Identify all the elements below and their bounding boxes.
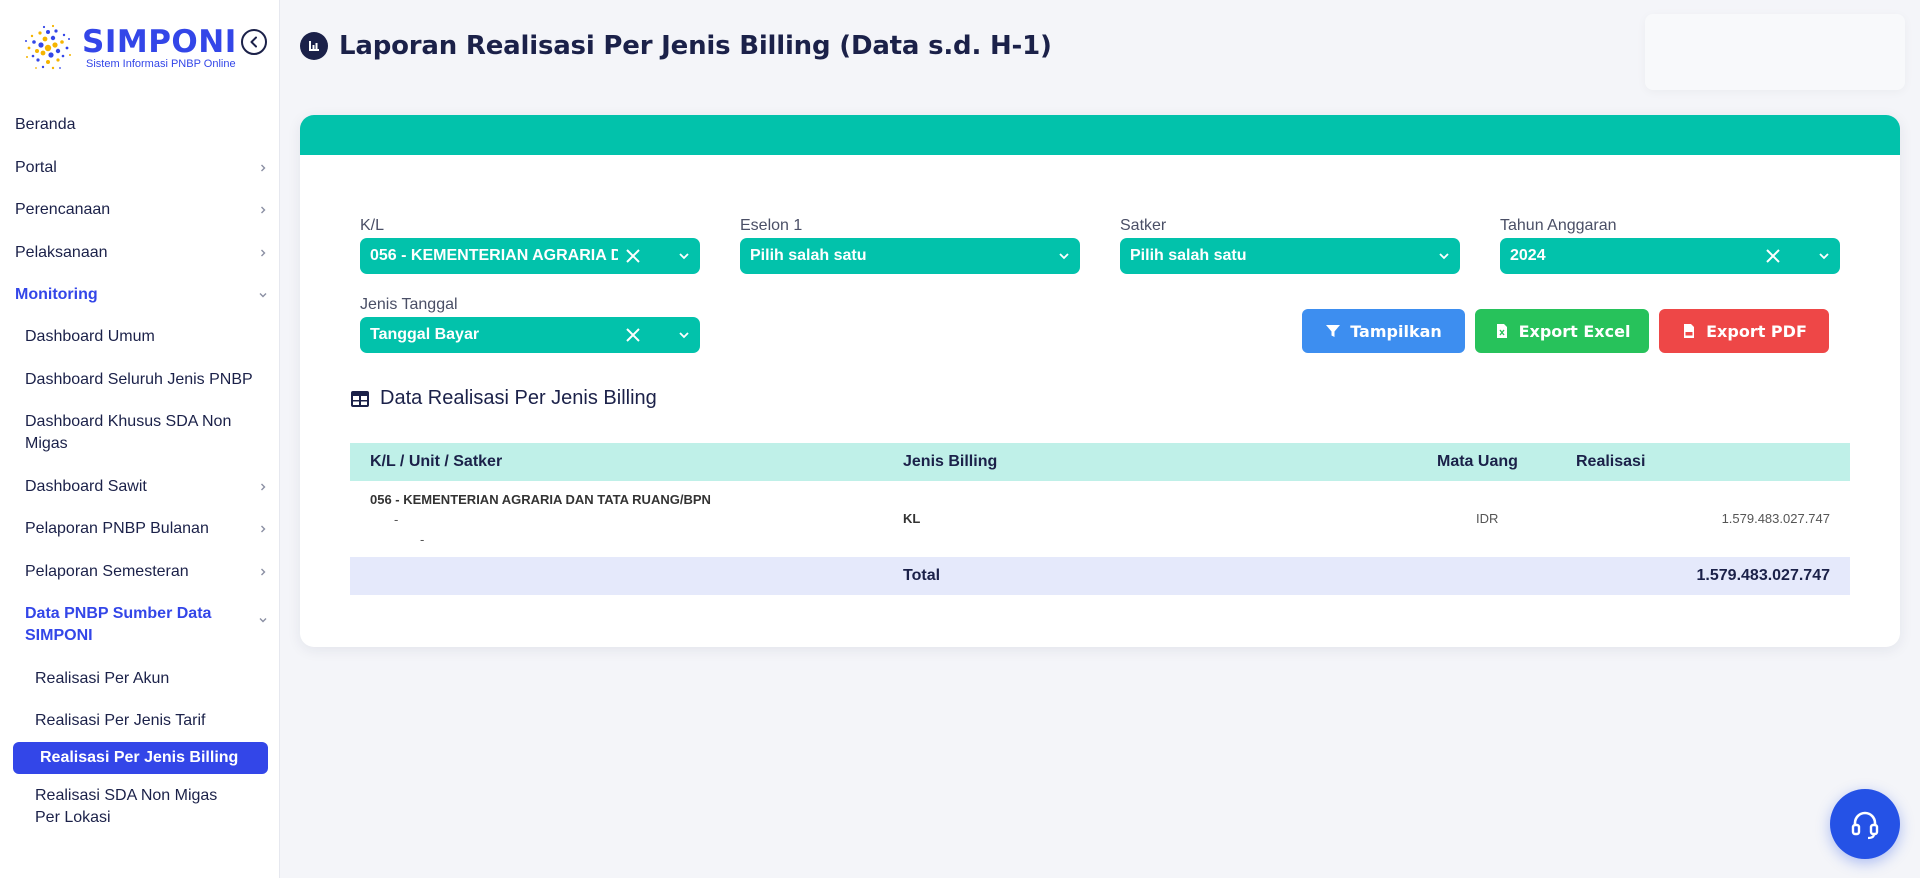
chevron-down-icon [259, 618, 267, 623]
brand-tagline: Sistem Informasi PNBP Online [86, 58, 236, 70]
tanggal-select-value: Tanggal Bayar [370, 326, 480, 343]
sidebar-item-label: Realisasi Per Akun [35, 670, 170, 687]
table-header-row: K/L / Unit / Satker Jenis Billing Mata U… [350, 443, 1850, 481]
eselon-select[interactable]: Pilih salah satu [740, 238, 1080, 274]
header-user-panel [1645, 14, 1905, 90]
eselon-select-value: Pilih salah satu [750, 247, 867, 264]
cell-satker: - [420, 532, 425, 547]
logo-icon [25, 24, 71, 70]
tampilkan-button[interactable]: Tampilkan [1302, 309, 1465, 353]
cell-unit: - [394, 512, 399, 527]
sidebar-item-label: Dashboard Sawit [25, 478, 147, 495]
col-header-currency: Mata Uang [1437, 453, 1518, 470]
chevron-right-icon [261, 568, 266, 576]
clear-icon[interactable] [1764, 247, 1782, 265]
cell-entity: 056 - KEMENTERIAN AGRARIA DAN TATA RUANG… [370, 492, 711, 507]
tampilkan-button-label: Tampilkan [1350, 321, 1442, 341]
sidebar-scroll-fade [0, 850, 279, 878]
page-header: Laporan Realisasi Per Jenis Billing (Dat… [300, 31, 1052, 61]
col-header-realisasi: Realisasi [1576, 453, 1646, 470]
chevron-left-icon [250, 36, 257, 48]
sidebar-item-label: Data PNBP Sumber Data SIMPONI [25, 605, 212, 644]
chevron-down-icon [259, 293, 267, 298]
chevron-down-icon [1819, 253, 1829, 260]
kl-select-value: 056 - KEMENTERIAN AGRARIA DAN TATA RUANG… [370, 247, 618, 264]
cell-jenis-billing: KL [903, 511, 921, 526]
cell-realisasi: 1.579.483.027.747 [1721, 511, 1830, 526]
satker-select[interactable]: Pilih salah satu [1120, 238, 1460, 274]
chevron-right-icon [261, 164, 266, 172]
chevron-right-icon [261, 483, 266, 491]
sidebar-item-label: Realisasi Per Jenis Tarif [35, 712, 206, 729]
total-value: 1.579.483.027.747 [1696, 567, 1830, 584]
export-pdf-button[interactable]: Export PDF [1659, 309, 1829, 353]
tanggal-label: Jenis Tanggal [360, 296, 458, 313]
file-pdf-icon [1684, 324, 1695, 338]
table-title: Data Realisasi Per Jenis Billing [380, 387, 657, 409]
clear-icon[interactable] [624, 326, 642, 344]
headset-icon [1851, 811, 1879, 840]
sidebar-collapse-button[interactable] [241, 29, 267, 55]
export-excel-button[interactable]: Export Excel [1475, 309, 1649, 353]
sidebar-item-label: Dashboard Seluruh Jenis PNBP [25, 371, 253, 388]
sidebar-item-label: Portal [15, 159, 57, 176]
table-icon [351, 390, 369, 407]
filter-icon [1326, 325, 1341, 337]
col-header-jenis-billing: Jenis Billing [903, 453, 998, 470]
sidebar-item-label: Dashboard Khusus SDA Non Migas [25, 413, 232, 452]
sidebar-item-label: Realisasi SDA Non Migas Per Lokasi [35, 787, 218, 826]
sidebar-item-label: Pelaksanaan [15, 244, 108, 261]
sidebar-item-label: Monitoring [15, 286, 98, 303]
chevron-right-icon [261, 249, 266, 257]
chevron-down-icon [1439, 253, 1449, 260]
clear-icon[interactable] [624, 247, 642, 265]
chevron-down-icon [679, 332, 689, 339]
tanggal-select[interactable]: Tanggal Bayar [360, 317, 700, 353]
satker-label: Satker [1120, 217, 1167, 234]
sidebar-item-label: Realisasi Per Jenis Billing [40, 749, 239, 766]
table-section-title: Data Realisasi Per Jenis Billing [350, 387, 657, 410]
file-excel-icon [1496, 324, 1507, 338]
card-header-bar [300, 115, 1900, 155]
sidebar-item-label: Beranda [15, 116, 76, 133]
sidebar-item-label: Perencanaan [15, 201, 111, 218]
kl-label: K/L [360, 217, 385, 234]
sidebar-item-realisasi-billing[interactable]: Realisasi Per Jenis Billing [13, 742, 268, 774]
sidebar-item-label: Pelaporan Semesteran [25, 563, 189, 580]
sidebar-item-label: Pelaporan PNBP Bulanan [25, 520, 209, 537]
page-title: Laporan Realisasi Per Jenis Billing (Dat… [339, 31, 1052, 61]
table-row: 056 - KEMENTERIAN AGRARIA DAN TATA RUANG… [350, 481, 1850, 557]
data-table: K/L / Unit / Satker Jenis Billing Mata U… [350, 443, 1850, 595]
chevron-down-icon [1059, 253, 1069, 260]
sidebar: SIMPONI Sistem Informasi PNBP Online Ber… [0, 0, 280, 878]
tahun-select[interactable]: 2024 [1500, 238, 1840, 274]
export-pdf-button-label: Export PDF [1706, 321, 1807, 341]
chevron-right-icon [261, 206, 266, 214]
chevron-down-icon [679, 253, 689, 260]
kl-select[interactable]: 056 - KEMENTERIAN AGRARIA DAN TATA RUANG… [360, 238, 700, 274]
tahun-select-value: 2024 [1510, 247, 1546, 264]
export-excel-button-label: Export Excel [1518, 321, 1631, 341]
sidebar-item-label: Dashboard Umum [25, 328, 155, 345]
table-total-row: Total 1.579.483.027.747 [350, 557, 1850, 595]
help-chat-button[interactable] [1830, 789, 1900, 859]
report-icon [300, 32, 328, 60]
tahun-label: Tahun Anggaran [1500, 217, 1617, 234]
cell-currency: IDR [1476, 511, 1499, 526]
satker-select-value: Pilih salah satu [1130, 247, 1247, 264]
total-label: Total [903, 567, 941, 584]
logo[interactable]: SIMPONI Sistem Informasi PNBP Online [18, 18, 237, 78]
eselon-label: Eselon 1 [740, 217, 803, 234]
chevron-right-icon [261, 525, 266, 533]
brand-name: SIMPONI [82, 24, 237, 60]
col-header-entity: K/L / Unit / Satker [370, 453, 503, 470]
